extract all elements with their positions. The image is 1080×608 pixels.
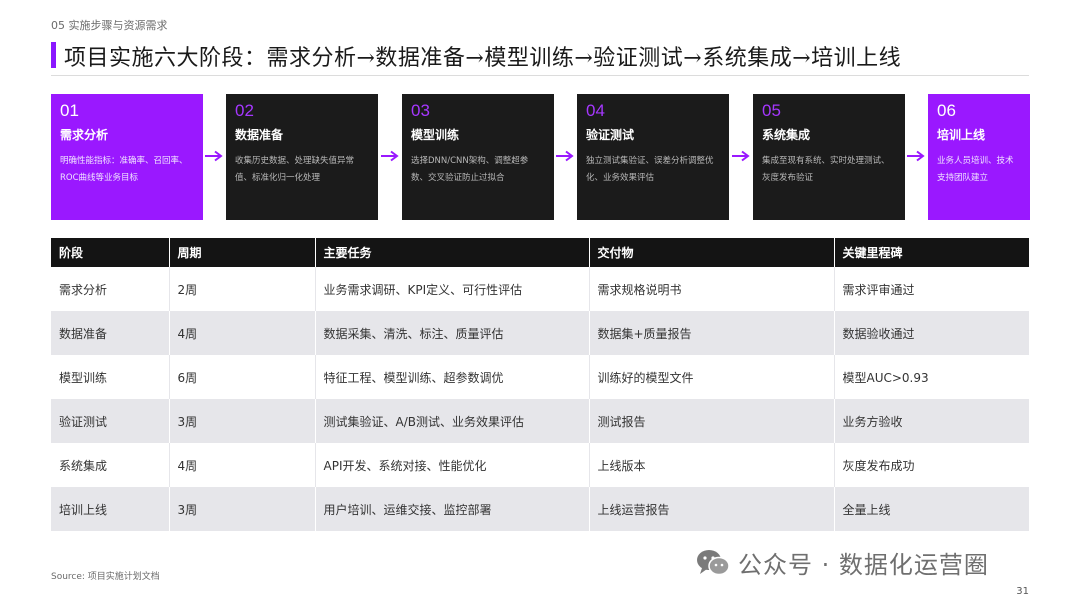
arrow-right-icon (556, 150, 574, 162)
column-header-stage: 阶段 (51, 238, 170, 267)
cell-deliverable: 数据集+质量报告 (589, 311, 835, 355)
arrow-right-icon (205, 150, 223, 162)
title-accent-bar (51, 42, 56, 68)
stage-name: 需求分析 (60, 128, 109, 142)
stage-card-1: 01 需求分析 明确性能指标：准确率、召回率、ROC曲线等业务目标 (51, 94, 203, 220)
cell-tasks: 业务需求调研、KPI定义、可行性评估 (315, 267, 590, 311)
watermark-text: 公众号 · 数据化运营圈 (738, 551, 989, 579)
source-note: Source: 项目实施计划文档 (51, 572, 160, 582)
cell-tasks: 用户培训、运维交接、监控部署 (315, 487, 590, 531)
cell-stage: 模型训练 (51, 355, 170, 399)
cell-stage: 需求分析 (51, 267, 170, 311)
page-title: 项目实施六大阶段：需求分析→数据准备→模型训练→验证测试→系统集成→培训上线 (64, 46, 902, 71)
stage-number: 04 (586, 101, 605, 120)
stage-description: 集成至现有系统、实时处理测试、灰度发布验证 (762, 156, 890, 183)
table-row: 数据准备 4周 数据采集、清洗、标注、质量评估 数据集+质量报告 数据验收通过 (51, 311, 1029, 355)
cell-deliverable: 训练好的模型文件 (589, 355, 835, 399)
cell-duration: 3周 (169, 487, 316, 531)
page-number: 31 (1016, 586, 1029, 597)
table-row: 需求分析 2周 业务需求调研、KPI定义、可行性评估 需求规格说明书 需求评审通… (51, 267, 1029, 311)
table-row: 模型训练 6周 特征工程、模型训练、超参数调优 训练好的模型文件 模型AUC>0… (51, 355, 1029, 399)
title-divider (51, 75, 1029, 76)
cell-tasks: 测试集验证、A/B测试、业务效果评估 (315, 399, 590, 443)
cell-tasks: 数据采集、清洗、标注、质量评估 (315, 311, 590, 355)
cell-milestone: 全量上线 (834, 487, 1029, 531)
cell-duration: 4周 (169, 443, 316, 487)
stage-description: 选择DNN/CNN架构、调整超参数、交叉验证防止过拟合 (411, 156, 529, 183)
cell-duration: 3周 (169, 399, 316, 443)
cell-milestone: 需求评审通过 (834, 267, 1029, 311)
column-header-duration: 周期 (169, 238, 316, 267)
cell-tasks: 特征工程、模型训练、超参数调优 (315, 355, 590, 399)
arrow-right-icon (732, 150, 750, 162)
cell-duration: 6周 (169, 355, 316, 399)
section-label: 05 实施步骤与资源需求 (51, 19, 168, 32)
cell-stage: 系统集成 (51, 443, 170, 487)
cell-milestone: 数据验收通过 (834, 311, 1029, 355)
cell-stage: 验证测试 (51, 399, 170, 443)
cell-tasks: API开发、系统对接、性能优化 (315, 443, 590, 487)
column-header-milestone: 关键里程碑 (834, 238, 1029, 267)
cell-milestone: 模型AUC>0.93 (834, 355, 1029, 399)
table-header-row: 阶段 周期 主要任务 交付物 关键里程碑 (51, 238, 1029, 267)
arrow-right-icon (381, 150, 399, 162)
watermark: 公众号 · 数据化运营圈 (696, 545, 989, 580)
table-row: 验证测试 3周 测试集验证、A/B测试、业务效果评估 测试报告 业务方验收 (51, 399, 1029, 443)
stage-name: 模型训练 (411, 128, 460, 142)
stage-number: 03 (411, 101, 430, 120)
stage-number: 05 (762, 101, 781, 120)
stage-description: 业务人员培训、技术支持团队建立 (937, 156, 1014, 183)
stage-card-4: 04 验证测试 独立测试集验证、误差分析调整优化、业务效果评估 (577, 94, 729, 220)
implementation-plan-table: 阶段 周期 主要任务 交付物 关键里程碑 需求分析 2周 业务需求调研、KPI定… (51, 238, 1029, 531)
table-row: 系统集成 4周 API开发、系统对接、性能优化 上线版本 灰度发布成功 (51, 443, 1029, 487)
cell-milestone: 灰度发布成功 (834, 443, 1029, 487)
cell-stage: 培训上线 (51, 487, 170, 531)
stage-card-5: 05 系统集成 集成至现有系统、实时处理测试、灰度发布验证 (753, 94, 905, 220)
arrow-right-icon (907, 150, 925, 162)
column-header-deliverables: 交付物 (589, 238, 835, 267)
stage-card-6: 06 培训上线 业务人员培训、技术支持团队建立 (928, 94, 1030, 220)
cell-deliverable: 上线运营报告 (589, 487, 835, 531)
stage-description: 明确性能指标：准确率、召回率、ROC曲线等业务目标 (60, 156, 188, 183)
stage-name: 数据准备 (235, 128, 284, 142)
stage-description: 收集历史数据、处理缺失值异常值、标准化归一化处理 (235, 156, 355, 183)
wechat-icon (697, 549, 730, 575)
cell-deliverable: 测试报告 (589, 399, 835, 443)
table-row: 培训上线 3周 用户培训、运维交接、监控部署 上线运营报告 全量上线 (51, 487, 1029, 531)
cell-duration: 4周 (169, 311, 316, 355)
stage-card-2: 02 数据准备 收集历史数据、处理缺失值异常值、标准化归一化处理 (226, 94, 378, 220)
cell-deliverable: 上线版本 (589, 443, 835, 487)
stage-number: 02 (235, 101, 254, 120)
stage-name: 系统集成 (762, 128, 811, 142)
stage-card-3: 03 模型训练 选择DNN/CNN架构、调整超参数、交叉验证防止过拟合 (402, 94, 554, 220)
stage-number: 06 (937, 101, 956, 120)
stage-name: 培训上线 (937, 128, 986, 142)
stage-name: 验证测试 (586, 128, 635, 142)
cell-duration: 2周 (169, 267, 316, 311)
cell-stage: 数据准备 (51, 311, 170, 355)
column-header-tasks: 主要任务 (315, 238, 590, 267)
cell-deliverable: 需求规格说明书 (589, 267, 835, 311)
stage-number: 01 (60, 101, 79, 120)
cell-milestone: 业务方验收 (834, 399, 1029, 443)
stage-description: 独立测试集验证、误差分析调整优化、业务效果评估 (586, 156, 714, 183)
